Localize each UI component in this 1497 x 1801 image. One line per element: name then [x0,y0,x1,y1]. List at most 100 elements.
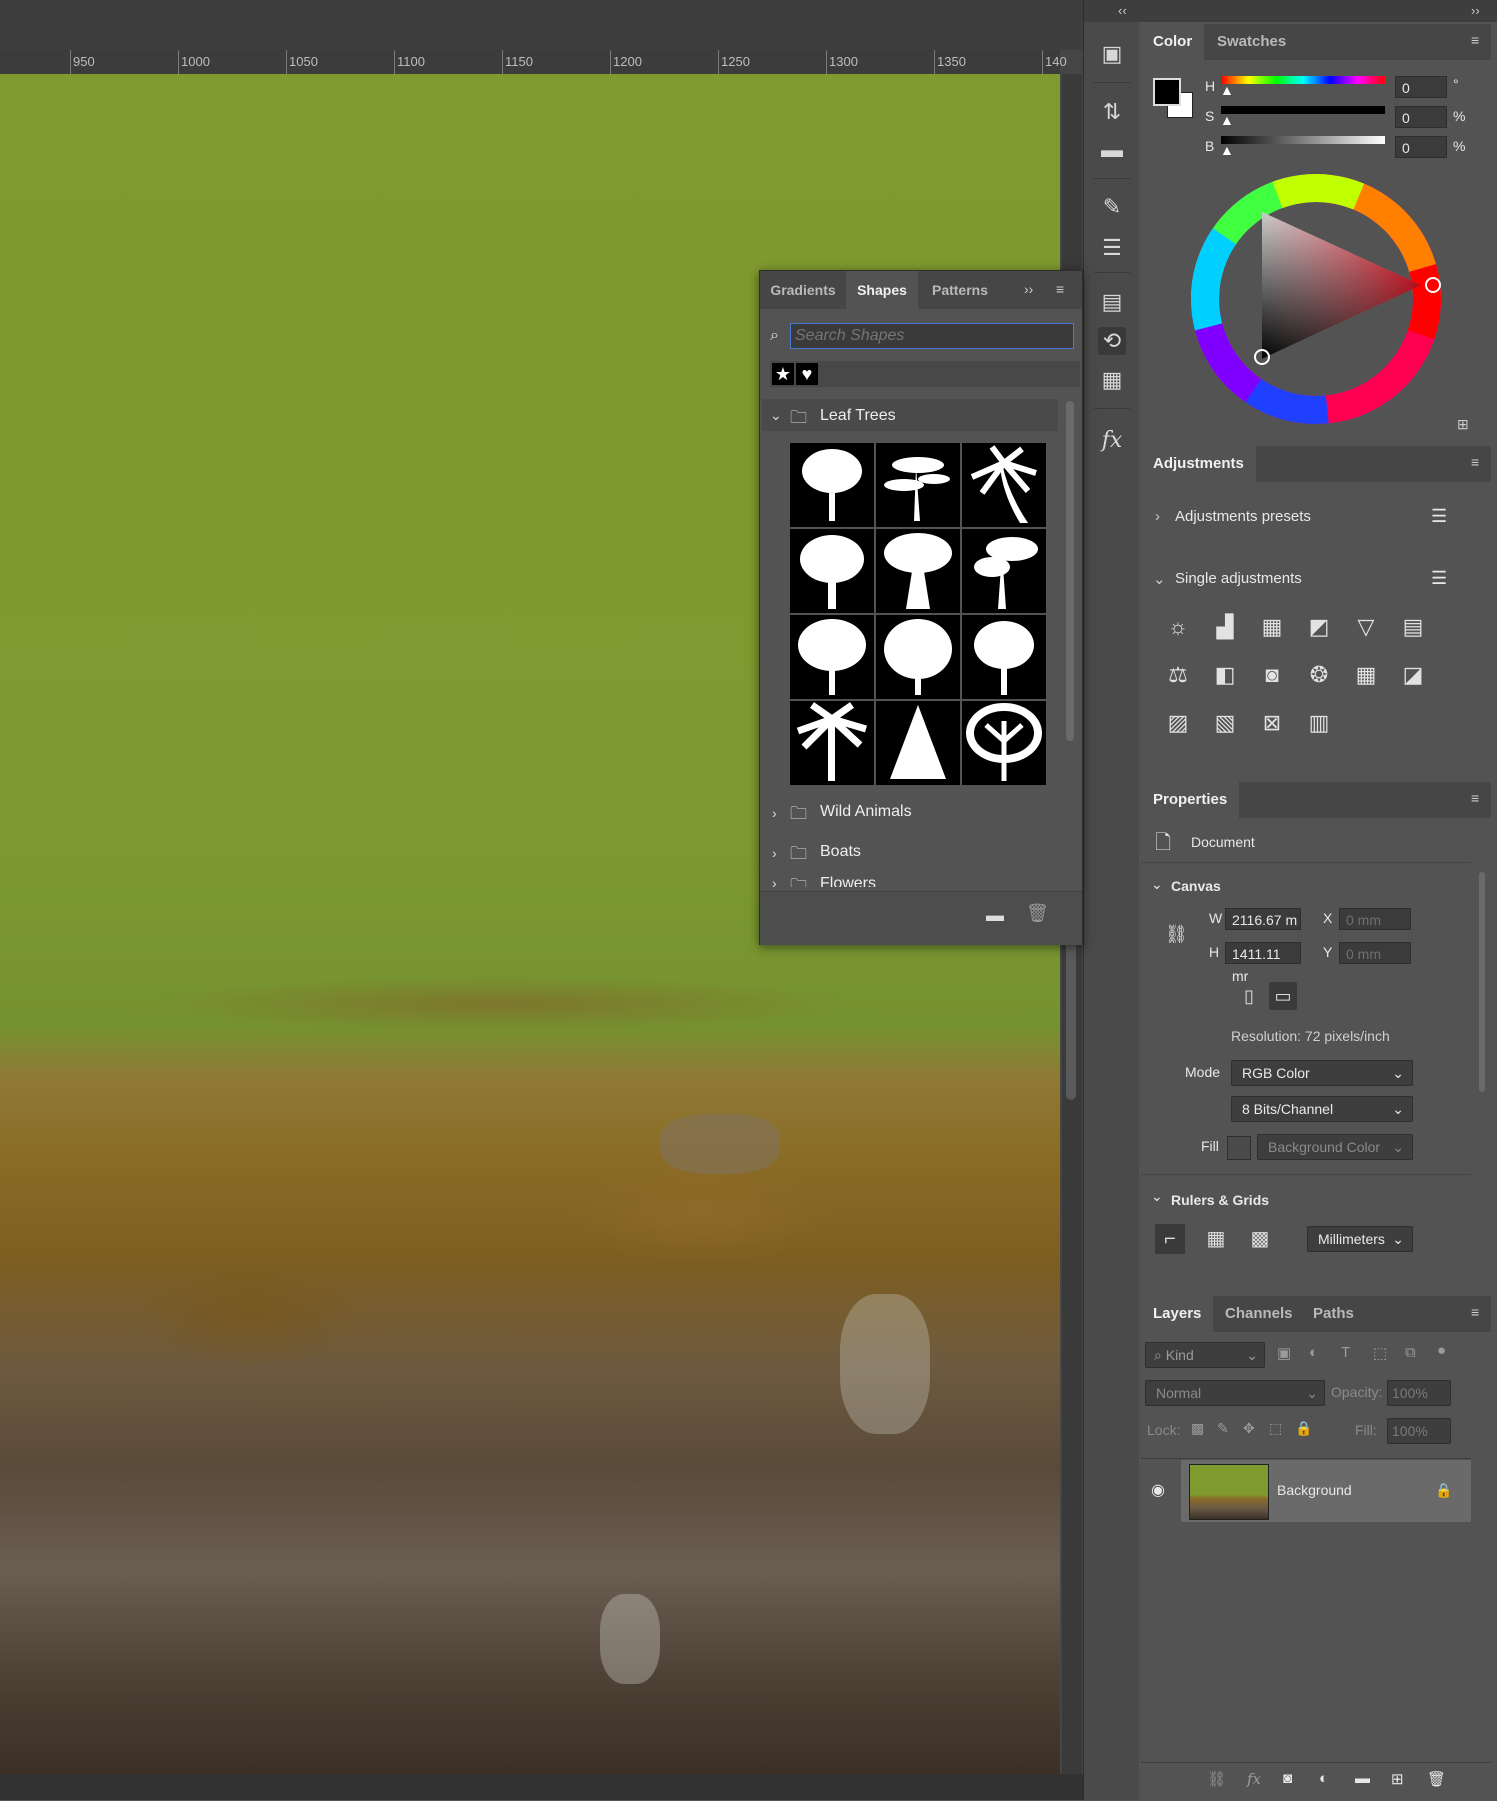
patterns-icon[interactable]: ▦ [1098,366,1126,394]
filter-kind-select[interactable]: ⌕ Kind ⌄ [1145,1342,1265,1368]
lock-position-icon[interactable]: ✥ [1243,1420,1255,1437]
heart-shape-icon[interactable]: ♥ [796,363,818,385]
x-field[interactable]: 0 mm [1339,908,1411,930]
exposure-icon[interactable]: ◩ [1304,612,1334,642]
tree-shape-thumbnail[interactable] [876,443,960,527]
tab-swatches[interactable]: Swatches [1205,24,1298,60]
y-field[interactable]: 0 mm [1339,942,1411,964]
fill-field[interactable]: 100% [1387,1418,1451,1444]
width-field[interactable]: 2116.67 m [1225,908,1301,930]
tree-shape-thumbnail[interactable] [962,443,1046,527]
comments-icon[interactable]: ▬ [1098,136,1126,164]
search-shapes-input[interactable] [790,323,1074,349]
selective-color-icon[interactable]: ⊠ [1257,708,1287,738]
height-field[interactable]: 1411.11 mr [1225,942,1301,984]
single-adjustments-label[interactable]: Single adjustments [1175,570,1302,587]
new-group-icon[interactable]: ▬ [986,905,1004,926]
rulers-toggle-icon[interactable]: ⌐ [1155,1224,1185,1254]
visibility-eye-icon[interactable]: ◉ [1151,1480,1165,1500]
tab-patterns[interactable]: Patterns [920,271,1000,309]
saturation-value[interactable]: 0 [1395,106,1447,128]
tree-shape-thumbnail[interactable] [790,615,874,699]
tree-shape-thumbnail[interactable] [962,701,1046,785]
slider-handle-icon[interactable]: ▲ [1220,82,1234,98]
color-wheel[interactable] [1189,172,1443,426]
panel-menu-icon[interactable]: ≡ [1471,791,1485,805]
tab-shapes[interactable]: Shapes [846,271,918,309]
filter-smart-object-icon[interactable]: ⧉ [1405,1344,1416,1361]
brightness-contrast-icon[interactable]: ☼ [1163,612,1193,642]
portrait-orientation-icon[interactable]: ▯ [1235,982,1263,1010]
hue-value[interactable]: 0 [1395,76,1447,98]
tab-gradients[interactable]: Gradients [760,271,846,309]
curves-icon[interactable]: ▦ [1257,612,1287,642]
photo-filter-icon[interactable]: ◙ [1257,660,1287,690]
layer-comps-icon[interactable]: ⇅ [1098,98,1126,126]
layer-name[interactable]: Background [1277,1482,1352,1498]
filter-toggle-icon[interactable]: ● [1437,1342,1446,1359]
threshold-icon[interactable]: ▧ [1210,708,1240,738]
channel-mixer-icon[interactable]: ❂ [1304,660,1334,690]
chevron-right-icon[interactable]: › [772,875,777,887]
tree-shape-thumbnail[interactable] [790,443,874,527]
lock-artboard-icon[interactable]: ⬚ [1269,1420,1282,1437]
tree-shape-thumbnail[interactable] [876,615,960,699]
collapse-icon[interactable]: ‹‹ [1118,3,1127,18]
tree-shape-thumbnail[interactable] [876,529,960,613]
filter-pixel-icon[interactable]: ▣ [1277,1344,1291,1362]
levels-icon[interactable]: ▟ [1210,612,1240,642]
tree-shape-thumbnail[interactable] [876,701,960,785]
hue-saturation-icon[interactable]: ▤ [1398,612,1428,642]
list-view-icon[interactable]: ☰ [1431,506,1447,527]
color-lookup-icon[interactable]: ▦ [1351,660,1381,690]
tree-shape-thumbnail[interactable] [962,615,1046,699]
expand-icon[interactable]: ›› [1024,281,1033,297]
lock-transparent-icon[interactable]: ▩ [1191,1420,1204,1437]
brightness-value[interactable]: 0 [1395,136,1447,158]
posterize-icon[interactable]: ▨ [1163,708,1193,738]
link-icon[interactable]: ⛓ [1165,924,1188,945]
history-icon[interactable]: ▣ [1098,40,1126,68]
new-adjustment-layer-icon[interactable]: ◐ [1319,1770,1328,1787]
units-select[interactable]: Millimeters ⌄ [1307,1226,1413,1252]
layer-style-fx-icon[interactable]: fx [1247,1770,1261,1788]
hue-slider[interactable] [1221,76,1385,84]
tab-adjustments[interactable]: Adjustments [1141,446,1256,482]
blend-mode-select[interactable]: Normal ⌄ [1145,1380,1325,1406]
chevron-down-icon[interactable]: ⌄ [1153,570,1166,588]
chevron-right-icon[interactable]: › [772,845,777,861]
group-name-boats[interactable]: Boats [820,843,861,861]
tab-color[interactable]: Color [1141,24,1205,60]
grid-toggle-icon[interactable]: ▦ [1201,1224,1231,1254]
adjustments-presets-label[interactable]: Adjustments presets [1175,508,1311,525]
tree-shape-thumbnail[interactable] [790,529,874,613]
fill-swatch[interactable] [1227,1136,1251,1160]
landscape-orientation-icon[interactable]: ▭ [1269,982,1297,1010]
star-shape-icon[interactable]: ★ [772,363,794,385]
black-white-icon[interactable]: ◧ [1210,660,1240,690]
chevron-down-icon[interactable]: ⌄ [770,407,782,424]
chevron-right-icon[interactable]: › [1155,508,1160,525]
slider-handle-icon[interactable]: ▲ [1220,142,1234,158]
slider-handle-icon[interactable]: ▲ [1220,112,1234,128]
lock-icon[interactable]: 🔒 [1435,1482,1452,1499]
expand-icon[interactable]: ›› [1471,3,1480,18]
tab-properties[interactable]: Properties [1141,782,1240,818]
delete-icon[interactable]: 🗑 [1026,903,1049,924]
color-balance-icon[interactable]: ⚖ [1163,660,1193,690]
tab-channels[interactable]: Channels [1213,1296,1305,1332]
lock-all-icon[interactable]: 🔒 [1295,1420,1312,1437]
properties-scrollbar[interactable] [1479,872,1485,1092]
filter-shape-icon[interactable]: ⬚ [1373,1344,1387,1362]
expand-panel-icon[interactable]: ⊞ [1457,416,1469,433]
new-group-icon[interactable]: ▬ [1355,1770,1370,1787]
canvas-section-label[interactable]: Canvas [1171,878,1221,894]
filter-adjustment-icon[interactable]: ◐ [1309,1344,1318,1361]
brushes-icon[interactable]: ✎ [1098,193,1126,221]
group-name-leaf-trees[interactable]: Leaf Trees [820,407,896,425]
tree-shape-thumbnail[interactable] [962,529,1046,613]
panel-menu-icon[interactable]: ≡ [1471,455,1485,469]
bit-depth-select[interactable]: 8 Bits/Channel ⌄ [1231,1096,1413,1122]
panel-menu-icon[interactable]: ≡ [1056,281,1064,297]
pixel-grid-icon[interactable]: ▩ [1245,1224,1275,1254]
